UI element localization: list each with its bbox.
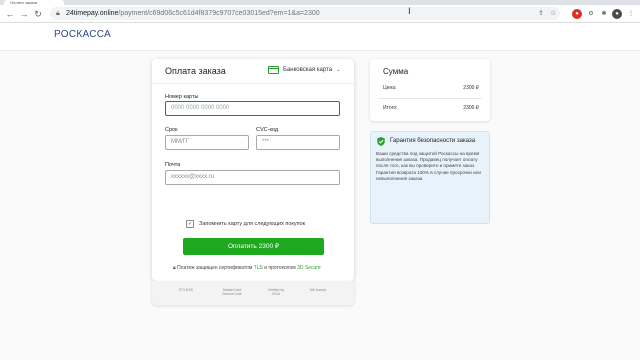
- bank-card-icon: [268, 66, 279, 74]
- expiry-input[interactable]: ММ/ГГ: [165, 135, 249, 150]
- browser-menu-icon[interactable]: ⋮: [626, 9, 636, 19]
- total-row: Итого: 2300 ₽: [383, 105, 479, 111]
- extension-gear-icon[interactable]: ⚙: [586, 9, 596, 19]
- card-divider: [152, 83, 354, 84]
- summary-divider: [378, 98, 482, 99]
- guarantee-title: Гарантия безопасности заказа: [390, 138, 476, 144]
- pay-button[interactable]: Оплатить 2300 ₽: [183, 238, 324, 255]
- cvc-input[interactable]: ***: [256, 135, 340, 150]
- payment-title: Оплата заказа: [165, 66, 226, 76]
- summary-title: Сумма: [383, 67, 409, 76]
- guarantee-box: Гарантия безопасности заказа Ваши средст…: [370, 131, 490, 224]
- shield-check-icon: [377, 137, 385, 146]
- back-icon[interactable]: ←: [4, 8, 16, 20]
- card-number-input[interactable]: 0000 0000 0000 0000: [165, 101, 340, 116]
- chevron-down-icon: ⌄: [336, 67, 341, 73]
- tls-link[interactable]: TLS: [254, 265, 263, 271]
- pci-dss-badge: PCI DSS: [178, 288, 193, 292]
- remember-card-option[interactable]: ✓ Запомнить карту для следующих покупок: [186, 220, 305, 228]
- extension-abp-icon[interactable]: ●: [572, 9, 582, 19]
- summary-card: Сумма Цена: 2300 ₽ Итого: 2300 ₽: [370, 59, 490, 121]
- verified-by-visa-badge: Verified by VISA: [267, 288, 285, 296]
- 3d-secure-link[interactable]: 3D Secure: [297, 265, 321, 271]
- text-cursor-icon: I: [408, 7, 411, 17]
- total-value: 2300 ₽: [463, 105, 479, 111]
- remember-card-label: Запомнить карту для следующих покупок: [199, 221, 306, 227]
- url-domain: 24timepay.online: [66, 10, 119, 17]
- payment-card: Оплата заказа Банковская карта ⌄ Номер к…: [152, 59, 354, 281]
- guarantee-text: Ваши средства под защитой Роскассы на вр…: [376, 151, 481, 181]
- profile-avatar-icon[interactable]: ●: [612, 9, 622, 19]
- remember-card-checkbox[interactable]: ✓: [186, 220, 194, 228]
- bookmark-star-icon[interactable]: ☆: [550, 7, 556, 20]
- cvc-label: CVC-код: [256, 127, 279, 133]
- address-bar-url: 24timepay.online/payment/c69d06c5c61d4f8…: [66, 7, 320, 20]
- reload-icon[interactable]: ↻: [32, 8, 44, 20]
- secure-note: 🔒︎ Платеж защищен сертификатом TLS и про…: [173, 265, 321, 271]
- site-header: РОСКАССА: [0, 23, 640, 51]
- share-icon[interactable]: ⇪: [538, 7, 544, 20]
- payment-method-label: Банковская карта: [283, 67, 333, 73]
- total-label: Итого:: [383, 105, 398, 111]
- payment-method-select[interactable]: Банковская карта ⌄: [268, 66, 340, 74]
- secure-prefix: Платеж защищен сертификатом: [177, 265, 253, 271]
- mastercard-securecode-badge: MasterCard SecureCode: [222, 288, 242, 296]
- card-number-label: Номер карты: [165, 94, 199, 100]
- security-badges: PCI DSS MasterCard SecureCode Verified b…: [152, 281, 354, 305]
- price-label: Цена:: [383, 85, 397, 91]
- extensions-puzzle-icon[interactable]: ✱: [599, 9, 609, 19]
- price-value: 2300 ₽: [463, 85, 479, 91]
- price-row: Цена: 2300 ₽: [383, 85, 479, 91]
- expiry-label: Срок: [165, 127, 178, 133]
- padlock-icon: 🔒︎: [173, 265, 176, 271]
- secure-mid: и протоколом: [264, 265, 296, 271]
- roskassa-logo[interactable]: РОСКАССА: [54, 29, 111, 40]
- address-bar[interactable]: 🔒︎ 24timepay.online/payment/c69d06c5c61d…: [50, 7, 560, 20]
- url-path: /payment/c69d06c5c61d4f8379c9707ce03015e…: [118, 10, 320, 17]
- mir-accept-badge: Mir Accept: [309, 288, 327, 292]
- email-input[interactable]: xxxxxx@xxxx.ru: [165, 170, 340, 185]
- email-label: Почта: [165, 162, 181, 168]
- forward-icon[interactable]: →: [18, 8, 30, 20]
- lock-icon: 🔒︎: [56, 10, 60, 17]
- page: РОСКАССА Оплата заказа Банковская карта …: [0, 23, 640, 360]
- browser-toolbar: ← → ↻ 🔒︎ 24timepay.online/payment/c69d06…: [0, 5, 640, 23]
